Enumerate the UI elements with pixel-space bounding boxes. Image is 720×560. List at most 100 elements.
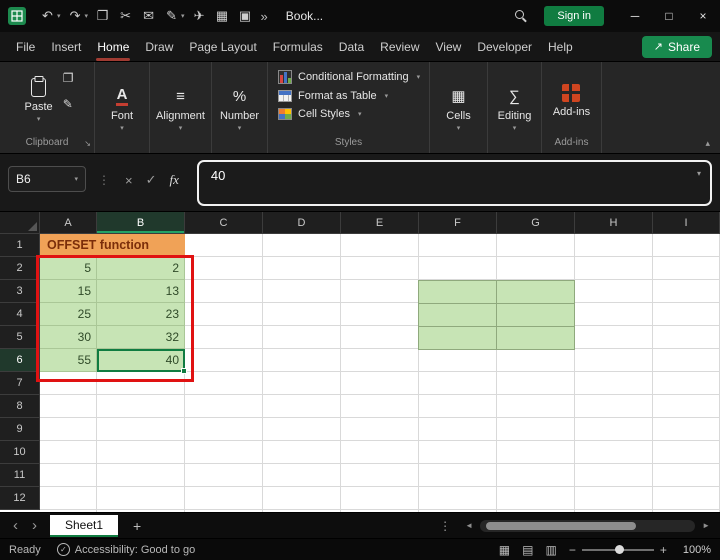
cell-f5[interactable] <box>418 326 497 350</box>
cell-f3[interactable] <box>418 280 497 304</box>
tab-review[interactable]: Review <box>372 32 427 62</box>
sheet-next-button[interactable]: › <box>25 513 44 539</box>
table-button[interactable]: ▦ <box>214 8 231 24</box>
column-header-d[interactable]: D <box>263 212 341 234</box>
cell-g3[interactable] <box>496 280 575 304</box>
tab-formulas[interactable]: Formulas <box>265 32 331 62</box>
copy-button[interactable]: ❐ <box>94 8 111 24</box>
maximize-button[interactable]: □ <box>652 0 686 32</box>
zoom-in-button[interactable]: + <box>660 543 667 557</box>
formula-input[interactable]: 40 ▾ <box>197 160 712 206</box>
excel-logo-icon[interactable] <box>8 7 26 25</box>
tab-file[interactable]: File <box>8 32 43 62</box>
zoom-slider[interactable] <box>582 549 654 551</box>
cell-styles-button[interactable]: Cell Styles▾ <box>278 108 420 120</box>
zoom-out-button[interactable]: − <box>569 543 576 557</box>
tab-developer[interactable]: Developer <box>469 32 540 62</box>
addins-button[interactable]: Add-ins <box>545 62 598 136</box>
copy-small-button[interactable]: ❐ <box>63 72 74 84</box>
scroll-left-button[interactable]: ◄ <box>461 521 477 530</box>
format-painter-button[interactable]: ✎▾ <box>163 8 185 24</box>
select-all-button[interactable] <box>0 212 40 234</box>
sign-in-button[interactable]: Sign in <box>544 6 604 26</box>
zoom-slider-thumb[interactable] <box>615 545 624 554</box>
tab-insert[interactable]: Insert <box>43 32 89 62</box>
row-header-12[interactable]: 12 <box>0 487 40 510</box>
tab-home[interactable]: Home <box>89 32 137 62</box>
column-header-b[interactable]: B <box>97 212 185 234</box>
cells-area[interactable]: OFFSET function 5 2 15 13 25 23 30 32 55… <box>40 234 720 512</box>
formula-bar-expand-icon[interactable]: ▾ <box>697 169 701 178</box>
chevron-down-icon[interactable]: ▾ <box>74 175 78 183</box>
undo-button[interactable]: ↶▾ <box>39 8 61 24</box>
cell-g5[interactable] <box>496 326 575 350</box>
page-break-view-button[interactable]: ▥ <box>545 543 556 557</box>
font-menu-button[interactable]: A Font ▾ <box>103 62 141 153</box>
format-as-table-button[interactable]: Format as Table▾ <box>278 90 420 102</box>
column-header-e[interactable]: E <box>341 212 419 234</box>
cut-button[interactable]: ✂ <box>117 8 134 24</box>
scrollbar-thumb[interactable] <box>486 522 636 530</box>
horizontal-scrollbar[interactable] <box>480 520 695 532</box>
row-header-11[interactable]: 11 <box>0 464 40 487</box>
name-box[interactable]: B6 ▾ <box>8 166 86 192</box>
mail-button[interactable]: ✉ <box>140 8 157 24</box>
row-header-7[interactable]: 7 <box>0 372 40 395</box>
send-button[interactable]: ✈ <box>191 8 208 24</box>
enter-button[interactable]: ✓ <box>146 172 157 188</box>
insert-function-button[interactable]: fx <box>170 172 179 188</box>
cell-f4[interactable] <box>418 303 497 327</box>
conditional-formatting-button[interactable]: Conditional Formatting▾ <box>278 70 420 84</box>
row-header-2[interactable]: 2 <box>0 257 40 280</box>
chevron-down-icon[interactable]: ▾ <box>181 12 185 20</box>
column-header-h[interactable]: H <box>575 212 653 234</box>
column-header-g[interactable]: G <box>497 212 575 234</box>
column-header-a[interactable]: A <box>40 212 97 234</box>
cells-menu-button[interactable]: ▦ Cells ▾ <box>438 62 478 153</box>
editing-menu-button[interactable]: ∑ Editing ▾ <box>490 62 540 153</box>
row-header-3[interactable]: 3 <box>0 280 40 303</box>
format-painter-small-button[interactable]: ✎ <box>63 98 74 110</box>
row-header-5[interactable]: 5 <box>0 326 40 349</box>
minimize-button[interactable]: ─ <box>618 0 652 32</box>
sheet-tab-sheet1[interactable]: Sheet1 <box>50 515 118 537</box>
normal-view-button[interactable]: ▦ <box>499 543 510 557</box>
paste-button[interactable]: Paste ▾ <box>17 62 61 136</box>
dialog-launcher-icon[interactable]: ↘ <box>84 137 91 150</box>
column-header-c[interactable]: C <box>185 212 263 234</box>
row-header-8[interactable]: 8 <box>0 395 40 418</box>
scrollbar-menu-icon[interactable]: ⋮ <box>439 519 451 533</box>
row-header-4[interactable]: 4 <box>0 303 40 326</box>
tab-page-layout[interactable]: Page Layout <box>181 32 264 62</box>
chevron-down-icon[interactable]: ▾ <box>57 12 61 20</box>
scroll-right-button[interactable]: ► <box>698 521 714 530</box>
cell-a1-title[interactable]: OFFSET function <box>40 234 185 257</box>
share-button[interactable]: ↗Share <box>642 36 712 58</box>
qat-overflow-button[interactable]: » <box>261 9 268 24</box>
search-icon[interactable] <box>514 9 528 23</box>
collapse-ribbon-icon[interactable]: ▴ <box>705 138 710 149</box>
close-button[interactable]: × <box>686 0 720 32</box>
page-layout-view-button[interactable]: ▤ <box>522 543 533 557</box>
tab-draw[interactable]: Draw <box>137 32 181 62</box>
tab-help[interactable]: Help <box>540 32 581 62</box>
row-header-9[interactable]: 9 <box>0 418 40 441</box>
zoom-level[interactable]: 100% <box>683 544 711 556</box>
accessibility-status[interactable]: Accessibility: Good to go <box>75 544 195 556</box>
cancel-button[interactable]: × <box>125 173 133 188</box>
tab-view[interactable]: View <box>428 32 470 62</box>
sheet-prev-button[interactable]: ‹ <box>6 513 25 539</box>
add-sheet-button[interactable]: + <box>124 518 150 534</box>
number-menu-button[interactable]: % Number ▾ <box>212 62 267 153</box>
column-header-i[interactable]: I <box>653 212 720 234</box>
redo-button[interactable]: ↷▾ <box>67 8 89 24</box>
column-header-f[interactable]: F <box>419 212 497 234</box>
cell-g4[interactable] <box>496 303 575 327</box>
alignment-menu-button[interactable]: ≡ Alignment ▾ <box>148 62 213 153</box>
row-header-6[interactable]: 6 <box>0 349 40 372</box>
row-header-10[interactable]: 10 <box>0 441 40 464</box>
tab-data[interactable]: Data <box>331 32 372 62</box>
chevron-down-icon[interactable]: ▾ <box>85 12 89 20</box>
snapshot-button[interactable]: ▣ <box>237 8 254 24</box>
row-header-1[interactable]: 1 <box>0 234 40 257</box>
